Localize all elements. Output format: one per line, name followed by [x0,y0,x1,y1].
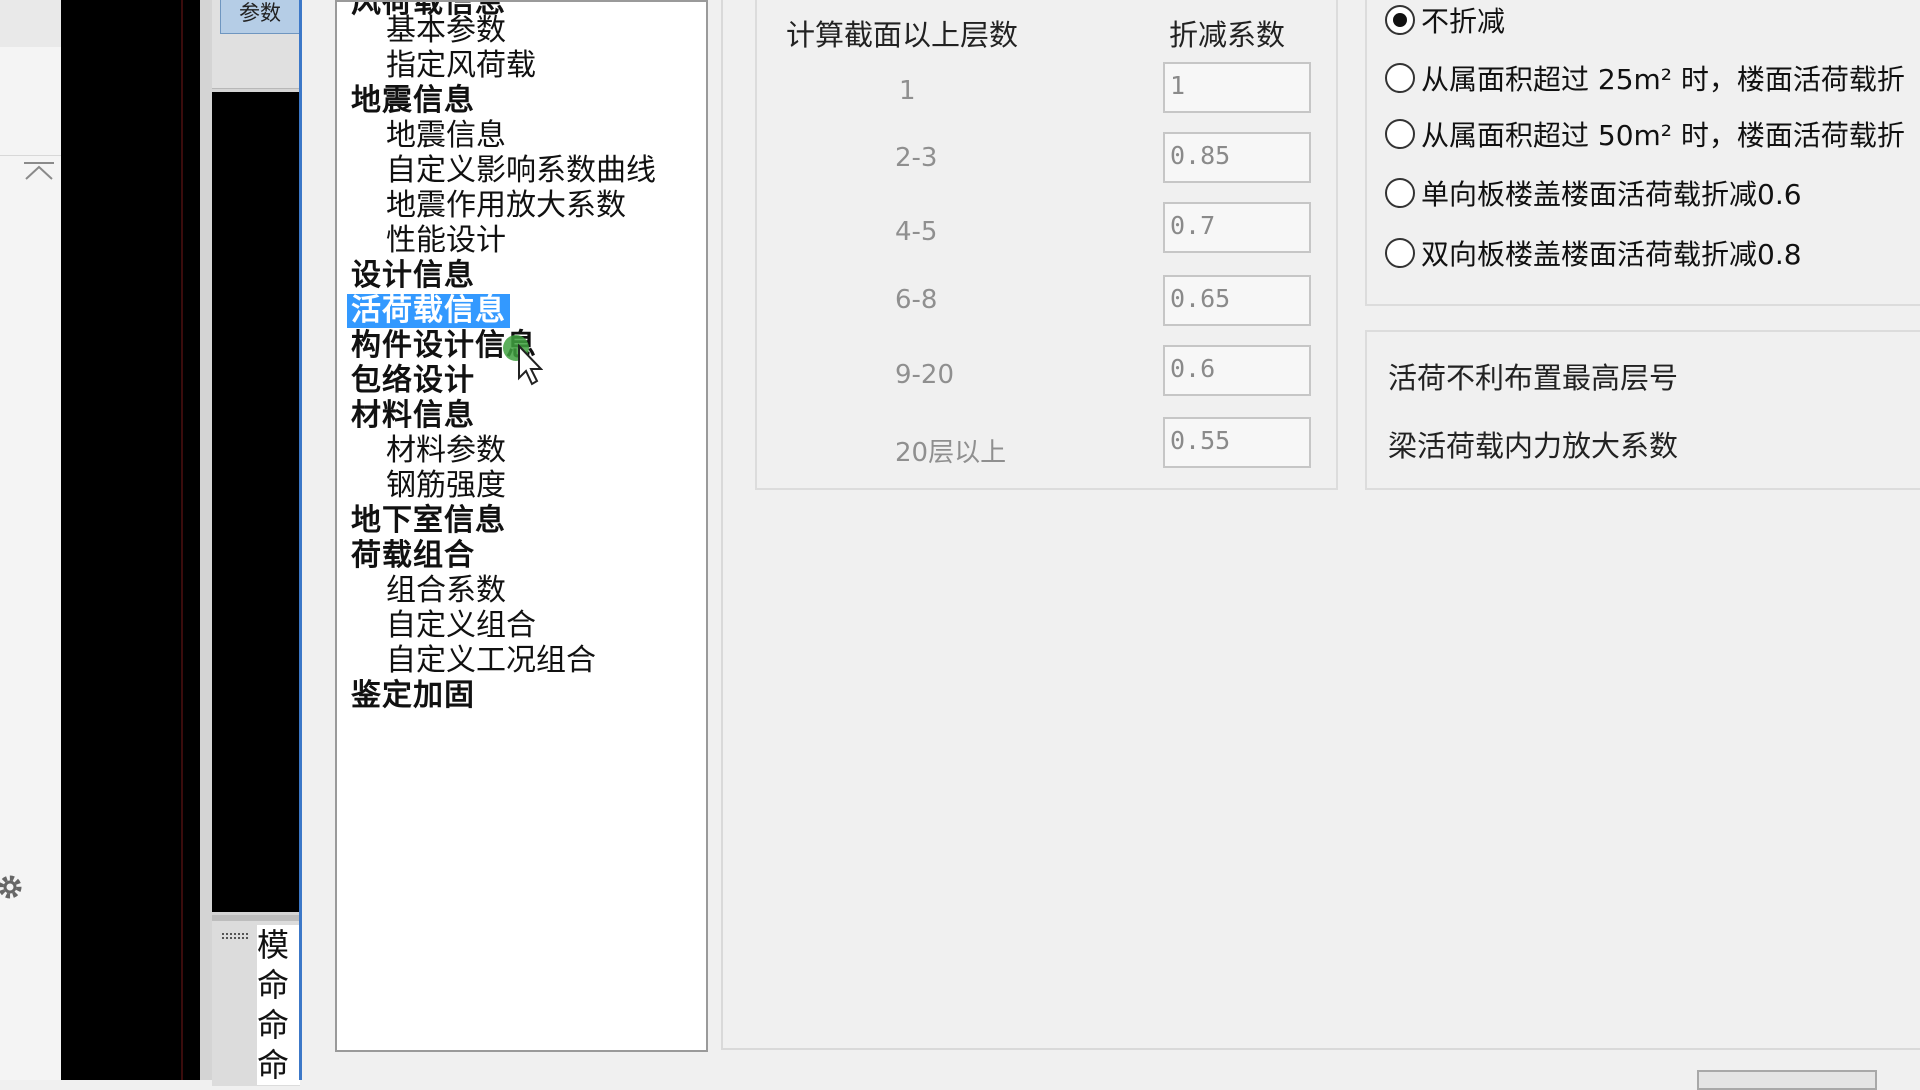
radio-one-way-slab[interactable]: 单向板楼盖楼面活荷载折减0.6 [1385,177,1802,213]
beam-amplification-label: 梁活荷载内力放大系数 [1388,429,1679,463]
tree-item-custom-case-combination[interactable]: 自定义工况组合 [386,644,596,678]
floor-range-label: 6-8 [895,285,938,315]
tree-item-rebar-strength[interactable]: 钢筋强度 [386,469,506,503]
tree-item-load-combination[interactable]: 荷载组合 [351,539,475,573]
radio-area-25[interactable]: 从属面积超过 25m² 时，楼面活荷载折 [1385,62,1905,98]
tree-item-seismic-info[interactable]: 地震信息 [351,84,475,118]
reduction-factor-field[interactable]: 1 [1163,62,1311,113]
mouse-cursor-icon [503,335,543,386]
floor-range-label: 1 [899,76,916,106]
tree-item-seismic-info-sub[interactable]: 地震信息 [386,119,506,153]
radio-area-50[interactable]: 从属面积超过 50m² 时，楼面活荷载折 [1385,118,1905,154]
gear-icon[interactable] [0,868,28,906]
radio-checked-icon [1385,5,1415,35]
radio-label: 单向板楼盖楼面活荷载折减0.6 [1421,178,1802,211]
tree-item-specified-wind-load[interactable]: 指定风荷载 [386,49,536,83]
floor-range-label: 4-5 [895,217,938,247]
floor-range-label: 2-3 [895,143,938,173]
grip-handle-icon[interactable] [222,933,252,941]
parameter-dialog: 风荷载信息 基本参数 指定风荷载 地震信息 地震信息 自定义影响系数曲线 地震作… [303,0,1920,1090]
floor-range-label: 9-20 [895,360,955,390]
panel-border [299,0,302,1080]
left-toolbar-strip [0,0,61,1080]
left-strip-header [0,0,61,47]
tree-item-design-info[interactable]: 设计信息 [351,259,475,293]
floor-range-label: 20层以上 [895,438,1007,468]
radio-two-way-slab[interactable]: 双向板楼盖楼面活荷载折减0.8 [1385,237,1802,273]
reduction-factor-field[interactable]: 0.65 [1163,275,1311,326]
factor-column-header: 折减系数 [1169,18,1286,52]
params-tab[interactable]: 参数 [220,0,300,34]
canvas-axis-line [181,0,183,1080]
command-line: 模 [257,926,290,964]
radio-unchecked-icon [1385,119,1415,149]
command-area: 模 命 命 命 [212,915,300,1086]
tree-item-basement-info[interactable]: 地下室信息 [351,504,506,538]
command-output: 模 命 命 命 [257,925,300,1085]
reduction-factor-field[interactable]: 0.85 [1163,132,1311,183]
tree-item-custom-influence-curve[interactable]: 自定义影响系数曲线 [386,154,656,188]
reduction-factor-field[interactable]: 0.7 [1163,202,1311,253]
tree-item-seismic-amplification[interactable]: 地震作用放大系数 [386,189,626,223]
command-line: 命 [257,966,290,1004]
collapse-up-icon[interactable] [22,160,56,182]
tree-item-material-info[interactable]: 材料信息 [351,399,475,433]
tree-item-custom-combination[interactable]: 自定义组合 [386,609,536,643]
reduction-factor-field[interactable]: 0.55 [1163,417,1311,468]
panel-viewport [212,92,300,912]
side-panel: 参数 模 命 命 命 [200,0,302,1086]
radio-unchecked-icon [1385,63,1415,93]
tree-item-appraisal-reinforcement[interactable]: 鉴定加固 [351,679,475,713]
reduction-factor-field[interactable]: 0.6 [1163,345,1311,396]
floors-column-header: 计算截面以上层数 [786,18,1019,52]
dialog-button[interactable] [1697,1070,1877,1090]
live-load-top-floor-label: 活荷不利布置最高层号 [1388,361,1679,395]
category-tree: 风荷载信息 基本参数 指定风荷载 地震信息 地震信息 自定义影响系数曲线 地震作… [335,0,708,1052]
tree-item-combination-factors[interactable]: 组合系数 [386,574,506,608]
radio-label: 不折减 [1421,5,1506,38]
tree-item-envelope-design[interactable]: 包络设计 [351,364,475,398]
radio-unchecked-icon [1385,178,1415,208]
other-settings-group [1365,330,1920,490]
left-strip-divider [0,155,61,156]
radio-label: 从属面积超过 25m² 时，楼面活荷载折 [1421,63,1905,96]
command-line: 命 [257,1046,290,1084]
radio-unchecked-icon [1385,238,1415,268]
tree-item-performance-design[interactable]: 性能设计 [386,224,506,258]
radio-label: 双向板楼盖楼面活荷载折减0.8 [1421,238,1802,271]
radio-no-reduction[interactable]: 不折减 [1385,4,1505,40]
command-line: 命 [257,1006,290,1044]
radio-label: 从属面积超过 50m² 时，楼面活荷载折 [1421,119,1905,152]
tree-item-material-params[interactable]: 材料参数 [386,434,506,468]
drawing-canvas[interactable] [61,0,200,1080]
tree-item-live-load-info[interactable]: 活荷载信息 [347,294,510,328]
tree-item-basic-params[interactable]: 基本参数 [386,14,506,48]
